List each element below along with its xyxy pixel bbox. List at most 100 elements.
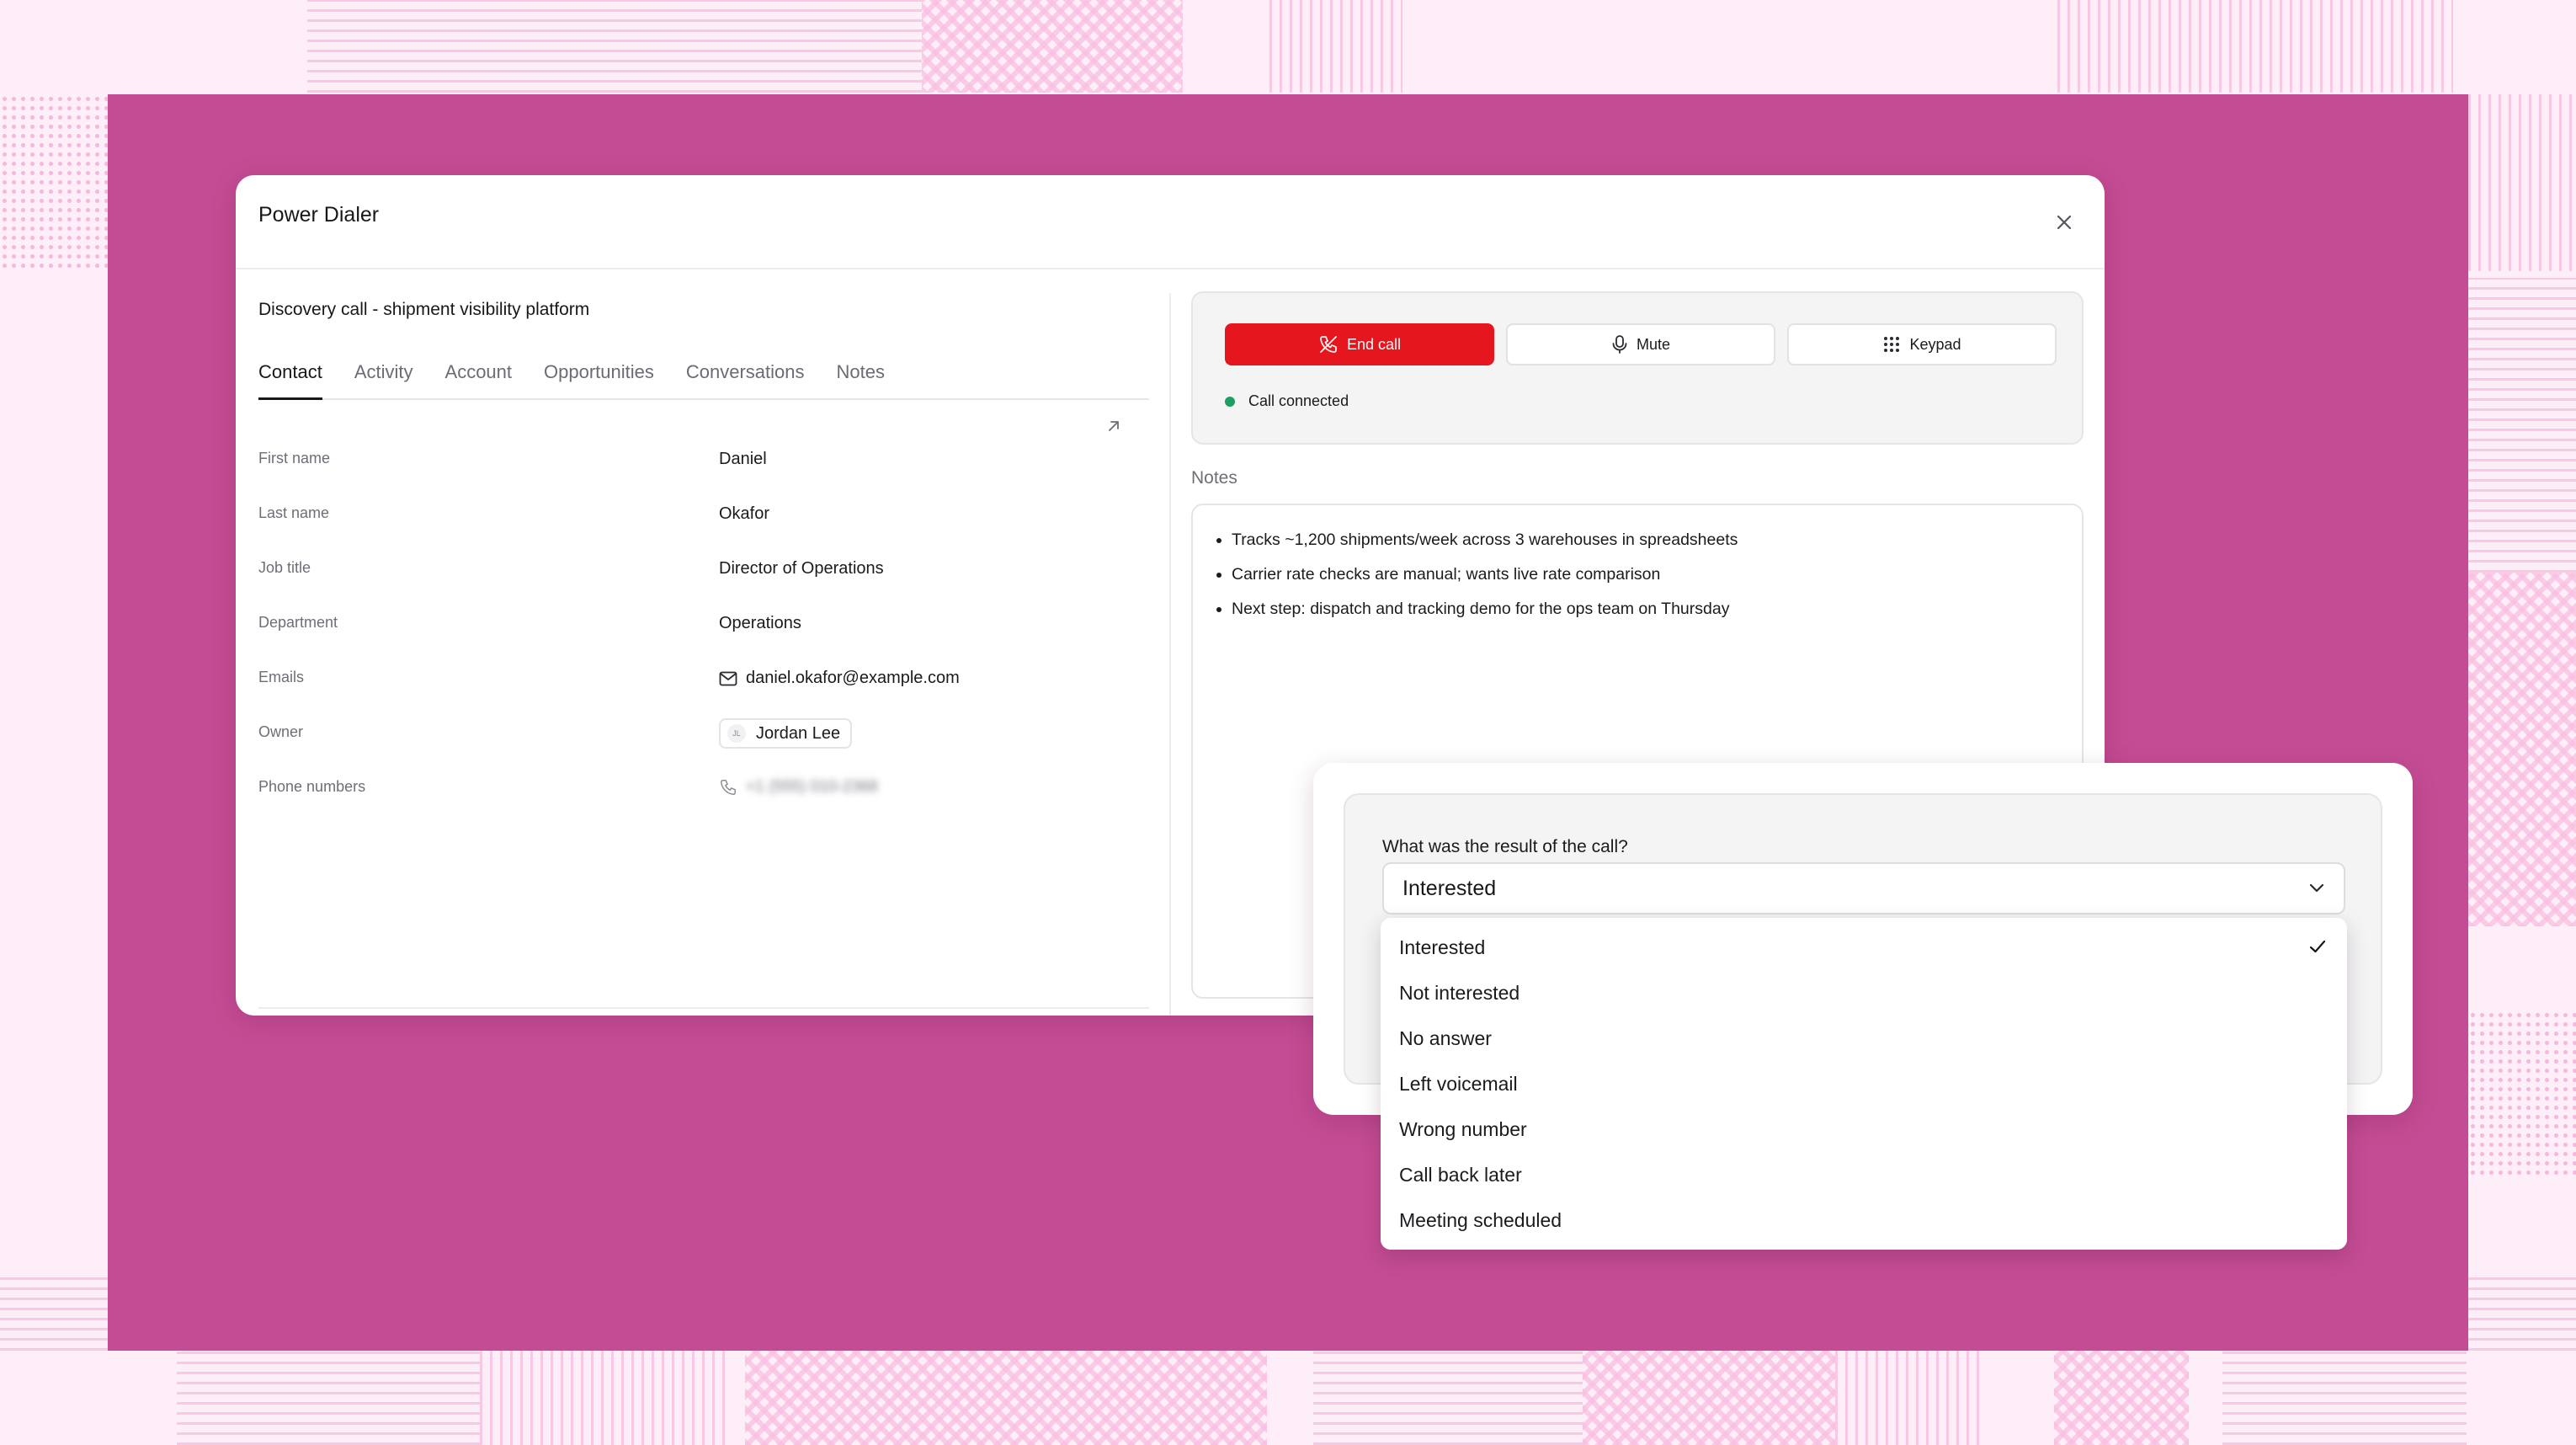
close-button[interactable]: [2047, 205, 2081, 239]
field-label: Owner: [258, 723, 304, 740]
field-label: Last name: [258, 504, 330, 521]
option-left-voicemail[interactable]: Left voicemail: [1381, 1061, 2347, 1106]
bg-pattern: [745, 1351, 1267, 1445]
avatar: JL: [727, 724, 746, 743]
record-title: Discovery call - shipment visibility pla…: [258, 300, 590, 319]
mail-icon: [719, 671, 737, 686]
mute-button[interactable]: Mute: [1506, 323, 1775, 365]
bg-pattern: [480, 1351, 732, 1445]
bg-pattern: [307, 0, 922, 93]
bg-pattern: [0, 94, 108, 271]
phone-icon: [719, 778, 737, 797]
phone-value[interactable]: +1 (555) 010-2368: [719, 778, 878, 797]
chevron-down-icon: [2309, 883, 2324, 893]
field-job-title: Job title Director of Operations: [258, 556, 1149, 611]
end-call-label: End call: [1346, 335, 1402, 353]
tab-contact[interactable]: Contact: [258, 361, 322, 400]
last-name-value[interactable]: Okafor: [719, 504, 769, 524]
email-text: daniel.okafor@example.com: [746, 669, 960, 687]
email-value[interactable]: daniel.okafor@example.com: [719, 669, 960, 688]
keypad-label: Keypad: [1909, 335, 1961, 353]
option-label: Call back later: [1399, 1163, 1522, 1186]
bg-pattern: [1313, 1351, 1583, 1445]
bg-pattern: [1269, 0, 1402, 93]
keypad-button[interactable]: Keypad: [1787, 323, 2057, 365]
selected-value: Interested: [1402, 876, 1497, 900]
bg-pattern: [2057, 0, 2453, 93]
option-label: Interested: [1399, 936, 1486, 958]
tab-conversations[interactable]: Conversations: [686, 361, 805, 400]
bg-pattern: [2468, 278, 2576, 573]
field-department: Department Operations: [258, 611, 1149, 665]
contact-fields: First name Daniel Last name Okafor Job t…: [258, 446, 1149, 829]
tab-activity[interactable]: Activity: [354, 361, 413, 400]
field-label: Emails: [258, 669, 305, 685]
field-label: Phone numbers: [258, 778, 366, 795]
keypad-icon: [1882, 335, 1901, 354]
option-meeting-scheduled[interactable]: Meeting scheduled: [1381, 1197, 2347, 1243]
field-owner: Owner JL Jordan Lee: [258, 718, 1149, 775]
end-call-button[interactable]: End call: [1225, 323, 1494, 365]
field-label: First name: [258, 450, 331, 467]
field-last-name: Last name Okafor: [258, 501, 1149, 556]
option-label: Meeting scheduled: [1399, 1208, 1562, 1231]
notes-label: Notes: [1191, 468, 1237, 488]
bg-pattern: [2468, 1010, 2576, 1179]
field-label: Department: [258, 614, 338, 631]
call-controls: End call Mute Keypad Call connected: [1191, 291, 2084, 445]
bg-pattern: [2054, 1351, 2189, 1445]
call-result-select[interactable]: Interested: [1382, 862, 2345, 914]
bg-pattern: [2222, 1351, 2467, 1445]
bg-pattern: [177, 1351, 480, 1445]
option-label: Wrong number: [1399, 1117, 1527, 1140]
call-status: Call connected: [1225, 392, 1349, 410]
call-outcome-question: What was the result of the call?: [1382, 837, 1628, 856]
option-no-answer[interactable]: No answer: [1381, 1016, 2347, 1061]
tab-notes[interactable]: Notes: [837, 361, 885, 400]
divider: [258, 1007, 1149, 1009]
owner-value: JL Jordan Lee: [719, 718, 853, 749]
bg-pattern: [2468, 1277, 2576, 1351]
note-item: Tracks ~1,200 shipments/week across 3 wa…: [1232, 529, 1738, 551]
bg-pattern: [2468, 94, 2576, 271]
bg-pattern: [2468, 573, 2576, 926]
note-item: Next step: dispatch and tracking demo fo…: [1232, 598, 1738, 620]
job-title-value[interactable]: Director of Operations: [719, 559, 884, 579]
option-call-back-later[interactable]: Call back later: [1381, 1152, 2347, 1197]
tab-opportunities[interactable]: Opportunities: [544, 361, 654, 400]
field-phone-numbers: Phone numbers +1 (555) 010-2368: [258, 775, 1149, 829]
tab-account[interactable]: Account: [445, 361, 513, 400]
microphone-icon: [1611, 334, 1628, 355]
owner-name: Jordan Lee: [756, 723, 841, 743]
notes-list: Tracks ~1,200 shipments/week across 3 wa…: [1232, 529, 1738, 632]
phone-number-blurred: +1 (555) 010-2368: [746, 778, 878, 796]
note-item: Carrier rate checks are manual; wants li…: [1232, 563, 1738, 585]
close-icon: [2057, 215, 2072, 230]
panel-divider: [1169, 293, 1171, 1016]
phone-hangup-icon: [1318, 334, 1339, 355]
first-name-value[interactable]: Daniel: [719, 450, 767, 469]
mute-label: Mute: [1636, 335, 1671, 353]
tab-bar: Contact Activity Account Opportunities C…: [258, 361, 1149, 400]
option-label: No answer: [1399, 1026, 1492, 1049]
modal-header: Power Dialer: [236, 175, 2105, 269]
call-status-text: Call connected: [1248, 392, 1349, 409]
option-interested[interactable]: Interested: [1381, 925, 2347, 970]
bg-pattern: [922, 0, 1183, 93]
field-label: Job title: [258, 559, 311, 576]
department-value[interactable]: Operations: [719, 614, 801, 633]
field-first-name: First name Daniel: [258, 446, 1149, 501]
arrow-up-right-icon: [1109, 421, 1119, 431]
open-record-button[interactable]: [1104, 416, 1124, 436]
bg-pattern: [0, 1277, 108, 1351]
check-icon: [2309, 940, 2326, 953]
bg-pattern: [1583, 1351, 1835, 1445]
call-result-dropdown: Interested Not interested No answer Left…: [1381, 918, 2347, 1250]
bg-pattern: [1835, 1351, 1987, 1445]
field-emails: Emails daniel.okafor@example.com: [258, 665, 1149, 720]
option-wrong-number[interactable]: Wrong number: [1381, 1106, 2347, 1152]
status-dot: [1225, 396, 1235, 407]
owner-chip[interactable]: JL Jordan Lee: [719, 718, 853, 749]
option-not-interested[interactable]: Not interested: [1381, 970, 2347, 1016]
option-label: Left voicemail: [1399, 1072, 1518, 1095]
